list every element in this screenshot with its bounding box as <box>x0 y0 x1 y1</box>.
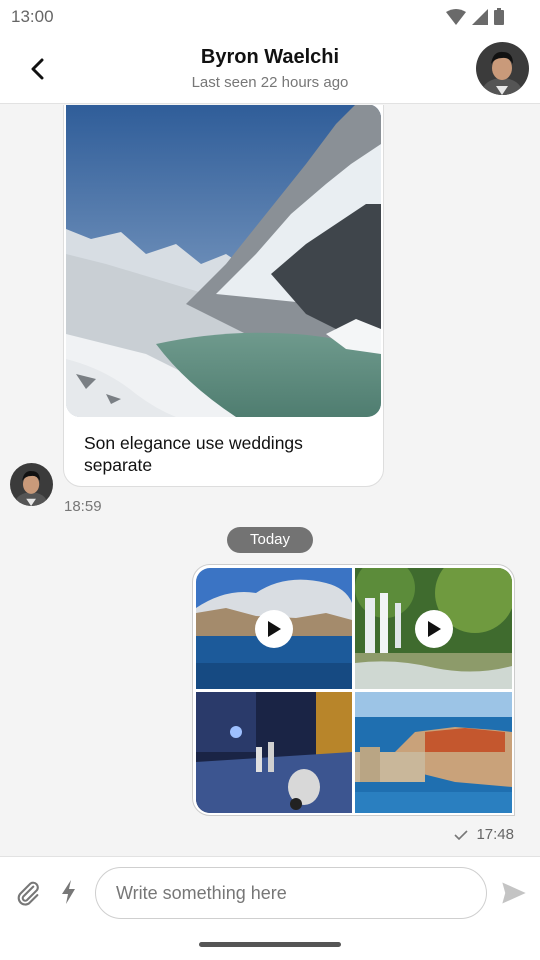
paperclip-icon <box>17 881 39 906</box>
outgoing-message-meta: 17:48 <box>454 826 514 843</box>
contact-avatar[interactable] <box>476 42 529 95</box>
incoming-message-time: 18:59 <box>64 498 102 515</box>
message-input[interactable] <box>95 867 487 919</box>
check-icon <box>454 829 469 840</box>
attach-button[interactable] <box>14 879 42 907</box>
media-tile-photo[interactable] <box>355 692 512 813</box>
home-indicator <box>199 942 341 947</box>
outgoing-media-message[interactable] <box>192 564 515 816</box>
incoming-message-image[interactable] <box>66 105 381 417</box>
quick-reply-button[interactable] <box>58 879 80 905</box>
outgoing-message-time: 17:48 <box>476 826 514 843</box>
play-icon <box>268 620 281 637</box>
lightning-icon <box>62 880 75 904</box>
media-tile-video[interactable] <box>355 568 512 689</box>
media-tile-video[interactable] <box>196 568 352 689</box>
status-icons <box>446 8 504 25</box>
play-icon <box>427 620 441 637</box>
wifi-icon <box>446 8 466 25</box>
message-list[interactable]: Son elegance use weddings separate 18:59… <box>0 105 540 856</box>
send-button[interactable] <box>500 879 528 907</box>
incoming-message[interactable]: Son elegance use weddings separate <box>63 105 384 487</box>
play-button[interactable] <box>255 609 293 648</box>
message-composer <box>0 856 540 960</box>
header-title-block: Byron Waelchi Last seen 22 hours ago <box>0 46 540 91</box>
play-button[interactable] <box>414 609 453 648</box>
status-time: 13:00 <box>11 7 54 26</box>
signal-icon <box>472 8 488 25</box>
contact-name: Byron Waelchi <box>200 46 340 68</box>
date-divider: Today <box>227 527 313 553</box>
media-tile-photo[interactable] <box>196 692 352 813</box>
battery-icon <box>494 8 504 25</box>
sender-avatar[interactable] <box>10 463 53 506</box>
last-seen-status: Last seen 22 hours ago <box>191 74 349 91</box>
incoming-message-text: Son elegance use weddings separate <box>84 433 303 475</box>
send-icon <box>502 882 526 904</box>
chat-header: Byron Waelchi Last seen 22 hours ago <box>0 34 540 104</box>
status-bar: 13:00 <box>0 0 540 34</box>
